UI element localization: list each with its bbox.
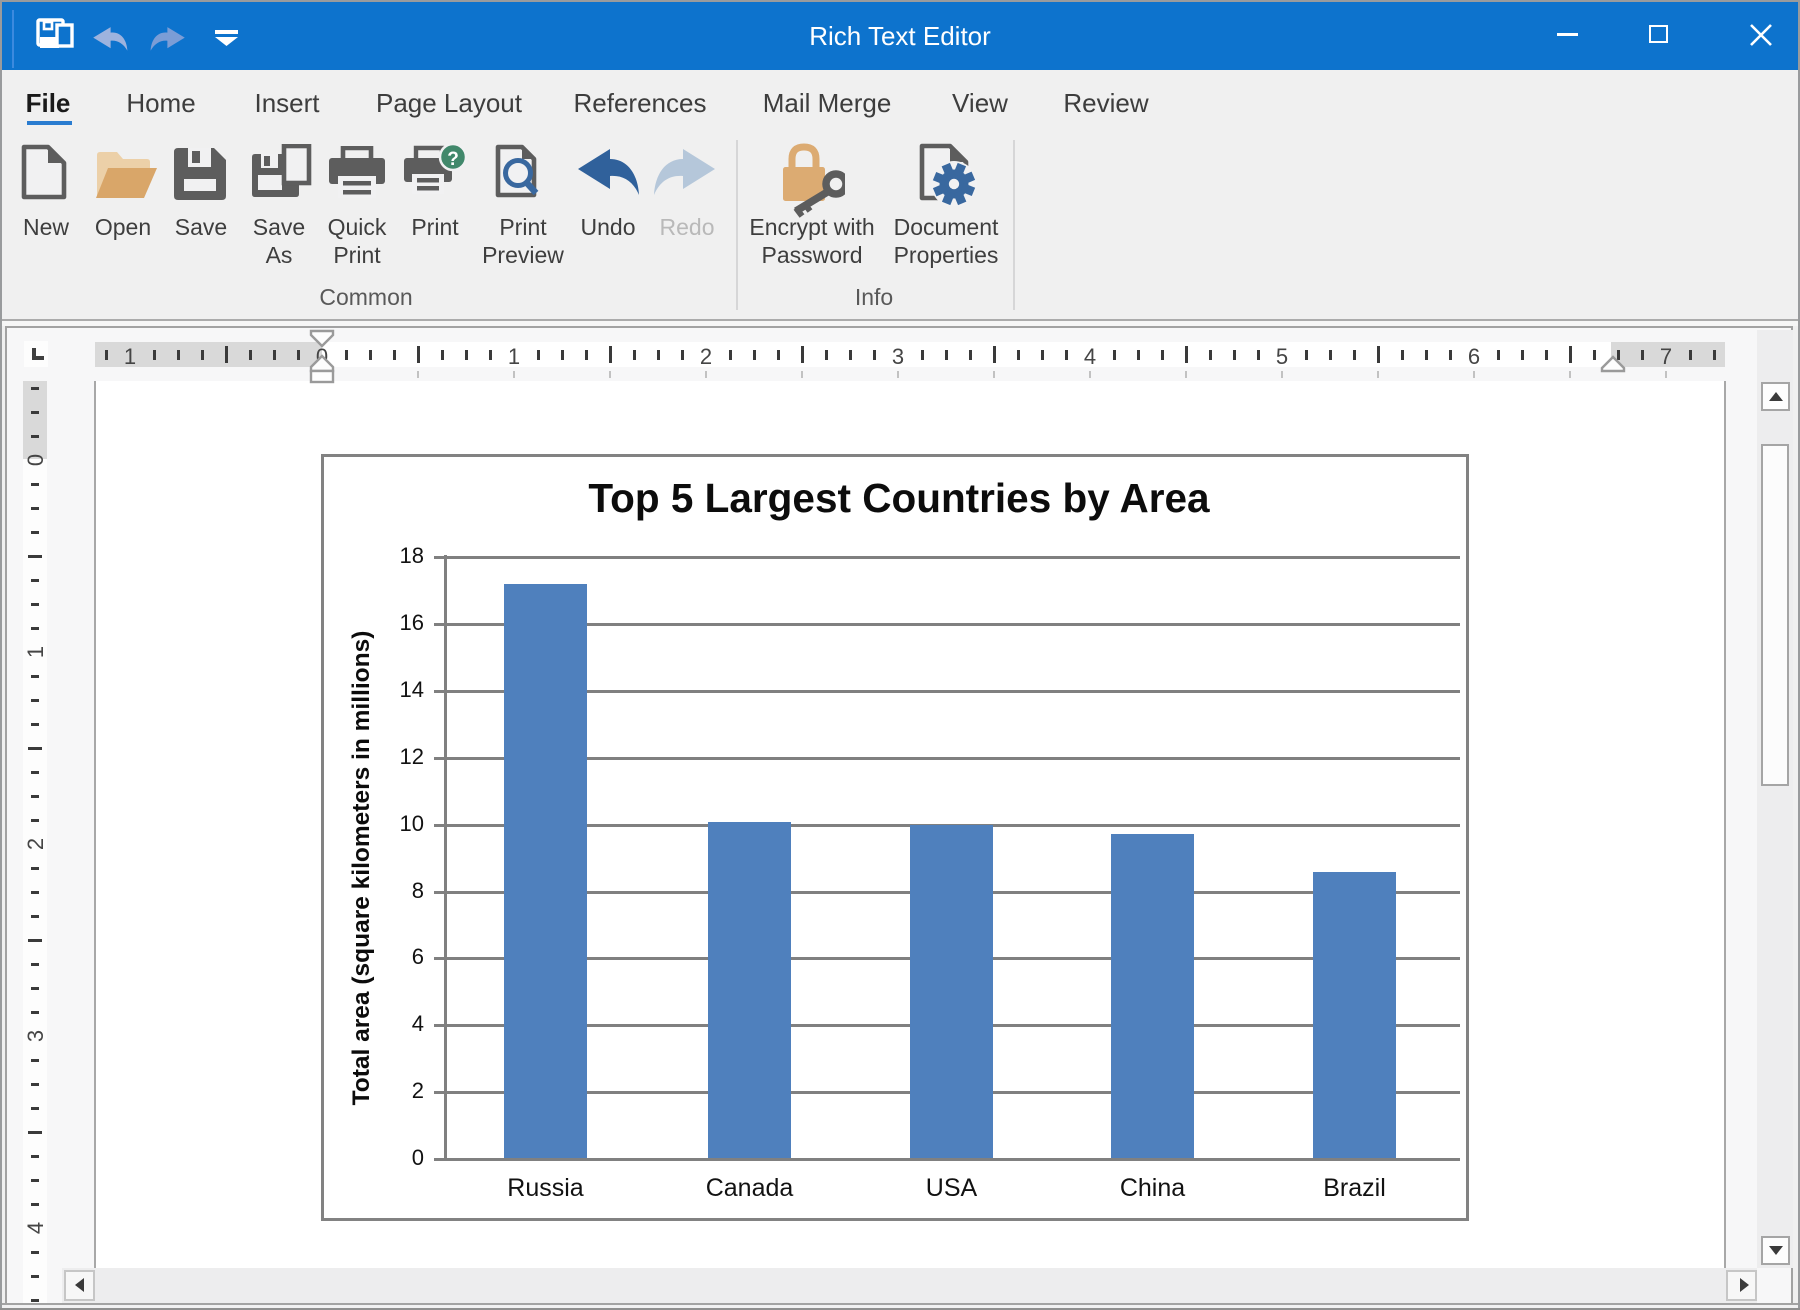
svg-text:?: ? [447, 149, 459, 170]
